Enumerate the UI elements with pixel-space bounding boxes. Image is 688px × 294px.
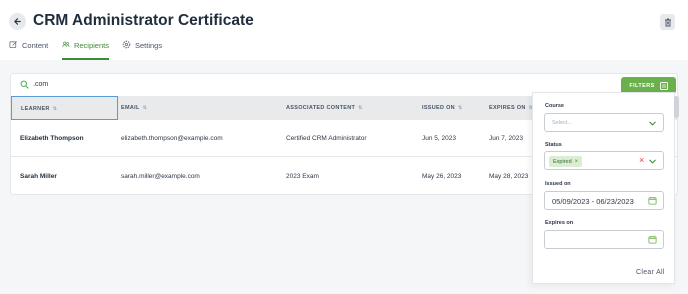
page-title: CRM Administrator Certificate: [33, 12, 254, 29]
issued-on-label: Issued on: [545, 181, 571, 187]
tab-recipients[interactable]: Recipients: [62, 41, 109, 60]
gear-icon: [122, 40, 131, 49]
issued-on-value: 05/09/2023 - 06/23/2023: [552, 197, 634, 206]
tab-content[interactable]: Content: [9, 41, 48, 60]
panel-scrollbar[interactable]: [674, 96, 679, 118]
delete-button[interactable]: [660, 14, 675, 30]
arrow-left-icon: [14, 18, 21, 25]
back-button[interactable]: [9, 13, 26, 30]
expires-on: Jun 7, 2023: [489, 135, 523, 142]
associated-content: 2023 Exam: [286, 173, 319, 180]
course-label: Course: [545, 103, 564, 109]
status-chip-label: Expired: [553, 158, 572, 165]
remove-chip-icon[interactable]: ×: [575, 159, 579, 165]
calendar-icon: [648, 196, 657, 205]
status-select[interactable]: Expired × ×: [544, 151, 664, 170]
sort-icon: ⇅: [457, 105, 463, 111]
chevron-down-icon: [649, 159, 656, 164]
users-icon: [62, 41, 70, 47]
column-label: ASSOCIATED CONTENT: [286, 105, 356, 111]
search-icon: [20, 80, 29, 89]
filters-button-label: FILTERS: [629, 82, 655, 89]
filter-panel-icon: [659, 81, 668, 90]
associated-content: Certified CRM Administrator: [286, 135, 367, 142]
expires-on-date-range-input[interactable]: [544, 230, 664, 249]
column-label: LEARNER: [21, 106, 50, 112]
learner-email: elizabeth.thompson@example.com: [121, 135, 223, 142]
status-label: Status: [545, 142, 562, 148]
tab-content-label: Content: [22, 41, 49, 50]
issued-on: Jun 5, 2023: [422, 135, 456, 142]
tab-recipients-label: Recipients: [73, 41, 109, 50]
column-header-learner[interactable]: LEARNER ⇅: [11, 96, 118, 120]
trash-icon: [664, 18, 671, 26]
column-label: EXPIRES ON: [489, 105, 526, 111]
edit-icon: [9, 41, 17, 49]
course-placeholder: Select...: [552, 120, 572, 126]
course-select[interactable]: Select...: [544, 113, 664, 132]
filter-panel: Course Select... Status Expired × × Issu…: [532, 92, 675, 284]
sort-icon: ⇅: [358, 105, 363, 111]
status-chip-expired: Expired ×: [549, 156, 583, 167]
expires-on: May 28, 2023: [489, 173, 529, 180]
column-header-email[interactable]: EMAIL ⇅: [121, 105, 147, 111]
expires-on-label: Expires on: [545, 220, 574, 226]
sort-icon: ⇅: [52, 106, 58, 112]
learner-name: Sarah Miller: [20, 173, 57, 180]
chevron-down-icon: [649, 121, 656, 126]
column-label: EMAIL: [121, 105, 140, 111]
search-input[interactable]: .com: [33, 81, 48, 88]
column-header-issued-on[interactable]: ISSUED ON ⇅: [422, 105, 462, 111]
sort-icon: ⇅: [142, 105, 148, 111]
column-header-expires-on[interactable]: EXPIRES ON ⇅: [489, 105, 533, 111]
tab-settings-label: Settings: [135, 41, 163, 50]
clear-all-button[interactable]: Clear All: [636, 269, 665, 276]
column-label: ISSUED ON: [422, 105, 455, 111]
tab-settings[interactable]: Settings: [122, 40, 163, 60]
issued-on: May 26, 2023: [422, 173, 462, 180]
issued-on-date-range-input[interactable]: 05/09/2023 - 06/23/2023: [544, 191, 664, 210]
learner-name: Elizabeth Thompson: [20, 135, 84, 142]
calendar-icon: [648, 235, 657, 244]
clear-status-icon[interactable]: ×: [639, 155, 644, 165]
learner-email: sarah.miller@example.com: [121, 173, 200, 180]
page-header: CRM Administrator Certificate Content Re…: [0, 0, 688, 60]
column-header-associated-content[interactable]: ASSOCIATED CONTENT ⇅: [286, 105, 363, 111]
